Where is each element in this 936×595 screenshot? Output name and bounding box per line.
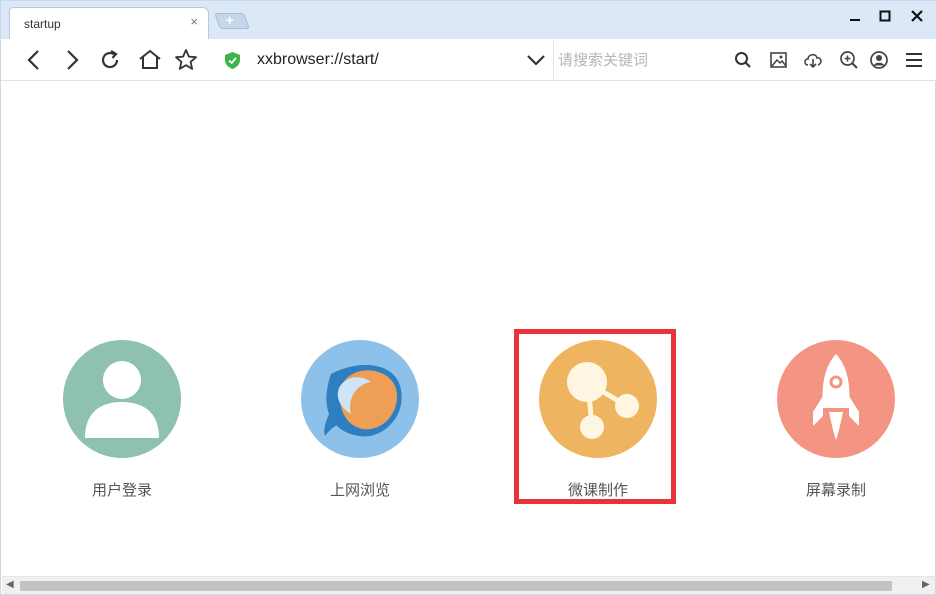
tab-title: startup <box>24 17 61 31</box>
app-web-browse[interactable]: 上网浏览 <box>280 340 440 500</box>
bookmark-button[interactable] <box>173 47 199 73</box>
close-window-button[interactable] <box>907 9 927 29</box>
scrollbar-thumb[interactable] <box>20 581 892 591</box>
scroll-right-icon[interactable]: ▶ <box>922 579 930 590</box>
maximize-button[interactable] <box>875 9 895 29</box>
refresh-button[interactable] <box>97 47 123 73</box>
browser-logo-icon <box>301 340 419 458</box>
tab-startup[interactable]: startup × <box>9 7 209 39</box>
search-icon[interactable] <box>734 51 752 69</box>
scroll-left-icon[interactable]: ◀ <box>6 579 14 590</box>
tab-close-icon[interactable]: × <box>190 14 198 29</box>
cloud-download-icon[interactable] <box>802 49 824 71</box>
start-page: 用户登录 上网浏览 微课制作 屏幕录制 <box>2 82 935 576</box>
plus-icon: + <box>225 12 234 28</box>
forward-button[interactable] <box>59 47 85 73</box>
minimize-icon <box>850 19 860 21</box>
maximize-icon <box>879 10 891 22</box>
app-screen-record[interactable]: 屏幕录制 <box>756 340 916 500</box>
toolbar: xxbrowser://start/ <box>1 39 936 81</box>
horizontal-scrollbar[interactable]: ◀ ▶ <box>2 576 935 594</box>
browser-window: startup × + xxbrowser://start/ 请搜索关键词 用户… <box>0 0 936 595</box>
address-bar[interactable]: xxbrowser://start/ <box>213 39 553 81</box>
secure-shield-icon <box>225 52 240 69</box>
user-icon <box>63 340 181 458</box>
star-icon <box>175 49 197 70</box>
app-label: 用户登录 <box>91 482 152 499</box>
app-label: 屏幕录制 <box>805 482 866 499</box>
minimize-button[interactable] <box>845 9 865 29</box>
search-input[interactable] <box>554 48 724 72</box>
zoom-in-icon[interactable] <box>838 49 860 71</box>
search-box <box>553 41 758 79</box>
image-icon[interactable] <box>768 49 790 71</box>
home-button[interactable] <box>137 47 163 73</box>
account-icon[interactable] <box>868 49 890 71</box>
forward-arrow-icon <box>67 50 79 70</box>
chevron-down-icon[interactable] <box>525 51 547 69</box>
refresh-icon <box>101 50 119 69</box>
rocket-icon <box>777 340 895 458</box>
home-icon <box>139 49 161 69</box>
app-label: 上网浏览 <box>329 482 390 499</box>
url-text[interactable]: xxbrowser://start/ <box>257 51 379 69</box>
tab-bar: startup × + <box>1 1 936 39</box>
selection-highlight-box <box>514 329 676 504</box>
menu-icon[interactable] <box>903 49 925 71</box>
app-user-login[interactable]: 用户登录 <box>42 340 202 500</box>
back-button[interactable] <box>21 47 47 73</box>
back-arrow-icon <box>27 50 39 70</box>
new-tab-button[interactable]: + <box>214 12 250 29</box>
close-icon <box>911 10 923 22</box>
